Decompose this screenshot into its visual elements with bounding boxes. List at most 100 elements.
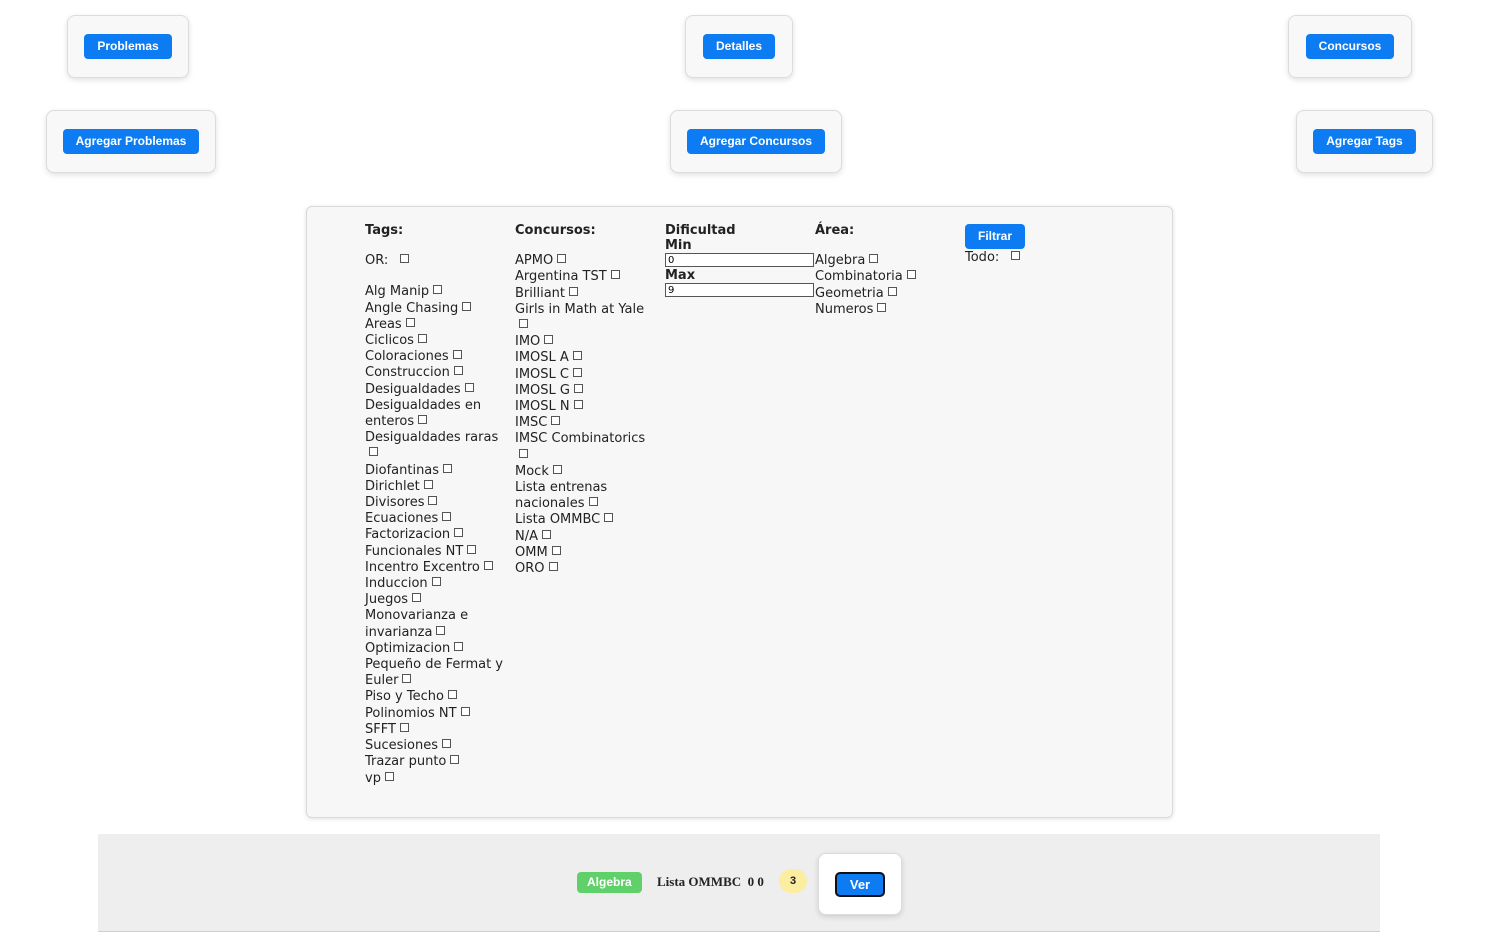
- area-checkbox[interactable]: [877, 302, 887, 312]
- tag-label: Dirichlet: [365, 478, 420, 494]
- concurso-checkbox[interactable]: [588, 497, 598, 507]
- tag-label: Desigualdades en enteros: [365, 397, 482, 430]
- tag-checkbox[interactable]: [454, 641, 464, 651]
- area-item: Geometria: [815, 286, 957, 302]
- concurso-checkbox[interactable]: [548, 562, 558, 572]
- result-concurso-text: Lista OMMBC 0 0: [657, 874, 764, 889]
- nav-card-agregar-tags: Agregar Tags: [1296, 110, 1433, 173]
- tag-checkbox[interactable]: [433, 285, 443, 295]
- min-label: Min: [665, 238, 692, 253]
- tag-checkbox[interactable]: [467, 544, 477, 554]
- concurso-checkbox[interactable]: [610, 270, 620, 280]
- tag-checkbox[interactable]: [443, 463, 453, 473]
- concurso-checkbox[interactable]: [544, 335, 554, 345]
- todo-option: Todo:: [965, 250, 1085, 266]
- or-checkbox[interactable]: [400, 254, 410, 264]
- tags-column: Tags: OR: Alg Manip Angle Chasing Areas Cic…: [365, 223, 507, 787]
- tag-label: Incentro Excentro: [365, 559, 480, 575]
- tag-label: Desigualdades raras: [365, 430, 499, 446]
- concurso-label: Girls in Math at Yale: [515, 301, 645, 317]
- tag-checkbox[interactable]: [423, 479, 433, 489]
- detalles-button[interactable]: Detalles: [702, 34, 776, 59]
- filtrar-button[interactable]: Filtrar: [965, 224, 1026, 249]
- concurso-label: Lista entrenas nacionales: [515, 480, 608, 512]
- tag-checkbox[interactable]: [431, 577, 441, 587]
- concurso-checkbox[interactable]: [573, 383, 583, 393]
- tag-label: Desigualdades: [365, 381, 461, 397]
- concurso-checkbox[interactable]: [569, 286, 579, 296]
- filter-panel: Tags: OR: Alg Manip Angle Chasing Areas Cic…: [306, 206, 1173, 818]
- concurso-checkbox[interactable]: [542, 529, 551, 539]
- tag-item: Piso y Techo: [365, 689, 507, 705]
- tag-checkbox[interactable]: [442, 739, 451, 749]
- problemas-button[interactable]: Problemas: [84, 34, 172, 59]
- concurso-checkbox[interactable]: [573, 400, 583, 410]
- concurso-checkbox[interactable]: [557, 254, 567, 264]
- concurso-checkbox[interactable]: [552, 464, 562, 474]
- concursos-button[interactable]: Concursos: [1305, 34, 1395, 59]
- tag-checkbox[interactable]: [405, 317, 415, 327]
- tag-label: Ecuaciones: [365, 511, 439, 527]
- concursos-column: Concursos: APMO Argentina TST Brilliant Gir…: [515, 223, 657, 577]
- concurso-item: IMSC Combinatorics: [515, 431, 657, 463]
- tag-checkbox[interactable]: [384, 771, 394, 781]
- agregar-concursos-button[interactable]: Agregar Concursos: [686, 129, 826, 154]
- tag-checkbox[interactable]: [402, 674, 412, 684]
- concurso-checkbox[interactable]: [519, 448, 528, 458]
- tag-label: Monovarianza e invarianza: [365, 608, 469, 640]
- result-row: Algebra Lista OMMBC 0 0 3 Ver: [98, 834, 1380, 932]
- dificultad-column: Dificultad Min Max: [665, 223, 815, 297]
- todo-checkbox[interactable]: [1011, 251, 1021, 260]
- agregar-tags-button[interactable]: Agregar Tags: [1313, 129, 1416, 154]
- area-checkbox[interactable]: [906, 270, 916, 280]
- min-difficulty-input[interactable]: [665, 253, 814, 267]
- tag-checkbox[interactable]: [442, 512, 452, 522]
- area-column: Área: Algebra Combinatoria Geometria Numero…: [815, 223, 957, 318]
- tag-checkbox[interactable]: [483, 560, 493, 570]
- tag-checkbox[interactable]: [418, 415, 428, 425]
- tag-label: SFFT: [365, 721, 396, 737]
- concurso-label: Mock: [515, 463, 549, 479]
- concurso-label: IMOSL A: [515, 350, 569, 366]
- tag-checkbox[interactable]: [454, 528, 464, 538]
- tag-checkbox[interactable]: [462, 301, 472, 311]
- tag-checkbox[interactable]: [417, 334, 427, 344]
- area-checkbox[interactable]: [869, 254, 879, 264]
- tag-checkbox[interactable]: [453, 366, 463, 376]
- tag-checkbox[interactable]: [460, 706, 470, 716]
- concurso-checkbox[interactable]: [573, 367, 582, 377]
- tag-label: Alg Manip: [365, 284, 430, 300]
- tags-heading: Tags:: [365, 223, 404, 238]
- nav-card-agregar-problemas: Agregar Problemas: [46, 110, 216, 173]
- tag-checkbox[interactable]: [369, 447, 378, 457]
- tag-checkbox[interactable]: [436, 625, 446, 635]
- tag-checkbox[interactable]: [464, 382, 474, 392]
- tag-checkbox[interactable]: [447, 690, 457, 700]
- concurso-checkbox[interactable]: [604, 513, 614, 523]
- tag-item: Polinomios NT: [365, 706, 507, 722]
- tag-checkbox[interactable]: [428, 496, 438, 506]
- tag-label: Diofantinas: [365, 462, 440, 478]
- area-checkbox[interactable]: [887, 286, 897, 296]
- tag-item: vp: [365, 771, 507, 787]
- tag-label: Divisores: [365, 495, 425, 511]
- agregar-problemas-button[interactable]: Agregar Problemas: [62, 129, 200, 154]
- max-difficulty-input[interactable]: [665, 283, 814, 297]
- concurso-checkbox[interactable]: [519, 319, 528, 329]
- areas-list: Algebra Combinatoria Geometria Numeros: [815, 253, 957, 318]
- concurso-label: IMOSL N: [515, 399, 570, 415]
- concurso-checkbox[interactable]: [572, 351, 582, 361]
- tag-label: Construccion: [365, 365, 450, 381]
- tag-checkbox[interactable]: [399, 722, 409, 732]
- tag-checkbox[interactable]: [412, 593, 422, 603]
- concurso-label: IMO: [515, 334, 541, 350]
- tag-label: Piso y Techo: [365, 689, 444, 705]
- tag-checkbox[interactable]: [450, 755, 460, 765]
- concurso-checkbox[interactable]: [551, 416, 561, 426]
- tag-item: Ciclicos: [365, 333, 507, 349]
- nav-card-detalles: Detalles: [685, 15, 793, 78]
- tag-item: Dirichlet: [365, 479, 507, 495]
- concurso-checkbox[interactable]: [551, 545, 561, 555]
- tag-checkbox[interactable]: [452, 350, 462, 360]
- ver-button[interactable]: Ver: [834, 871, 886, 897]
